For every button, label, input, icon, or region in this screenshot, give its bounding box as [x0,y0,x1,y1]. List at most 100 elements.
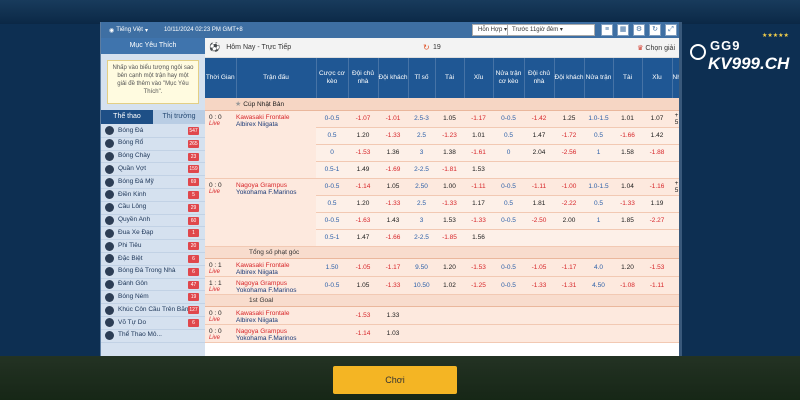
odds-cell[interactable]: 2.5-3 [408,110,435,128]
odds-cell[interactable]: -1.53 [642,258,672,277]
odds-cell[interactable]: -1.16 [642,178,672,196]
odds-cell[interactable]: 1.53 [435,212,464,230]
odds-cell[interactable]: -1.63 [348,212,378,230]
match-teams[interactable]: Kawasaki Frontale Albirex Niigata [236,110,316,179]
odds-cell[interactable]: 1.47 [524,127,554,145]
odds-cell[interactable]: 2.5 [408,195,435,213]
settings-icon[interactable]: ⚙ [633,24,645,36]
odds-cell[interactable]: 1.50 [316,258,348,277]
odds-cell[interactable]: 1.33 [378,306,408,325]
odds-cell[interactable]: 0 [493,144,524,162]
odds-cell[interactable]: -1.01 [378,110,408,128]
odds-cell[interactable]: 1.20 [435,258,464,277]
odds-cell[interactable]: 0-0.5 [316,178,348,196]
odds-cell[interactable]: -1.33 [464,212,493,230]
odds-cell[interactable]: 1.19 [642,195,672,213]
odds-cell[interactable]: 1.58 [613,144,642,162]
odds-cell[interactable]: -1.53 [348,144,378,162]
odds-cell[interactable]: 10.50 [408,276,435,295]
tab-sports[interactable]: Thể thao [101,110,153,124]
sidebar-item-sport[interactable]: Bóng Chày 23 [101,151,205,164]
sidebar-item-sport[interactable]: Đánh Gôn 47 [101,279,205,292]
odds-cell[interactable]: 0 [316,144,348,162]
odds-cell[interactable]: -1.05 [348,258,378,277]
odds-cell[interactable]: 0.5 [316,127,348,145]
odds-cell[interactable]: -1.25 [464,276,493,295]
odds-cell[interactable]: 4.50 [584,276,613,295]
odds-cell[interactable]: 0-0.5 [493,212,524,230]
odds-cell[interactable]: -1.14 [348,178,378,196]
odds-cell[interactable]: -1.53 [348,306,378,325]
live-refresh-icon[interactable]: ↻ [423,43,430,52]
odds-cell[interactable]: 2-2.5 [408,229,435,247]
odds-cell[interactable]: -1.66 [613,127,642,145]
odds-cell[interactable]: 0-0.5 [316,110,348,128]
odds-cell[interactable]: -1.72 [554,127,584,145]
odds-cell[interactable]: 1.38 [435,144,464,162]
odds-cell[interactable]: 1.56 [464,229,493,247]
odds-cell[interactable]: 0.5 [493,127,524,145]
odds-cell[interactable]: -1.05 [524,258,554,277]
odds-cell[interactable]: 2.04 [524,144,554,162]
odds-cell[interactable]: -1.33 [378,195,408,213]
odds-cell[interactable]: -1.23 [435,127,464,145]
odds-cell[interactable]: 1.00 [435,178,464,196]
sidebar-item-sport[interactable]: Bóng Đá Mỹ 69 [101,176,205,189]
sidebar-item-sport[interactable]: Khúc Côn Cầu Trên Băng 127 [101,304,205,317]
odds-cell[interactable]: 0-0.5 [316,276,348,295]
odds-cell[interactable]: -1.11 [524,178,554,196]
sidebar-item-sport[interactable]: Bóng Đá 547 [101,125,205,138]
sidebar-item-sport[interactable]: Thể Thao Mô... [101,330,205,343]
odds-cell[interactable]: 1.0-1.5 [584,110,613,128]
odds-cell[interactable]: 1.05 [348,276,378,295]
odds-cell[interactable]: -1.31 [554,276,584,295]
odds-cell[interactable]: -1.88 [642,144,672,162]
odds-cell[interactable]: -1.66 [378,229,408,247]
refresh-icon[interactable]: ↻ [649,24,661,36]
odds-cell[interactable]: 1.05 [378,178,408,196]
star-icon[interactable]: ★ [235,101,241,108]
list-view-icon[interactable]: ≡ [601,24,613,36]
sidebar-item-sport[interactable]: Quần Vợt 159 [101,163,205,177]
odds-cell[interactable]: 1.85 [613,212,642,230]
odds-cell[interactable]: 3 [408,144,435,162]
match-teams[interactable]: Kawasaki Frontale Albirex Niigata [236,306,316,325]
odds-cell[interactable]: 3 [408,212,435,230]
odds-cell[interactable]: -1.33 [613,195,642,213]
odds-cell[interactable]: 2.50 [408,178,435,196]
odds-cell[interactable]: -1.69 [378,161,408,179]
odds-cell[interactable]: 1.05 [435,110,464,128]
odds-cell[interactable]: -1.14 [348,324,378,343]
odds-cell[interactable]: -2.27 [642,212,672,230]
odds-cell[interactable]: -2.50 [524,212,554,230]
odds-cell[interactable]: 1.01 [613,110,642,128]
odds-cell[interactable]: -2.22 [554,195,584,213]
odds-cell[interactable]: 0-0.5 [316,212,348,230]
odds-cell[interactable]: 1.17 [464,195,493,213]
odds-cell[interactable]: -1.85 [435,229,464,247]
odds-cell[interactable]: 1.01 [464,127,493,145]
grid-view-icon[interactable]: ▦ [617,24,629,36]
time-filter-select[interactable]: Trước 11giờ đêm ▾ [507,24,595,36]
odds-cell[interactable]: 1.42 [642,127,672,145]
odds-cell[interactable]: -1.53 [464,258,493,277]
odds-cell[interactable]: 0-0.5 [493,276,524,295]
odds-cell[interactable]: -1.07 [348,110,378,128]
sidebar-item-sport[interactable]: Võ Tự Do 6 [101,317,205,330]
odds-cell[interactable]: 1.07 [642,110,672,128]
odds-cell[interactable]: 1.43 [378,212,408,230]
odds-cell[interactable]: 1.0-1.5 [584,178,613,196]
odds-cell[interactable]: 0-0.5 [493,178,524,196]
odds-cell[interactable]: -1.33 [435,195,464,213]
sidebar-item-sport[interactable]: Quyền Anh 60 [101,215,205,228]
tab-markets[interactable]: Thị trường [153,110,205,124]
play-button[interactable]: Chơi [333,366,457,394]
odds-cell[interactable]: -1.33 [524,276,554,295]
odds-cell[interactable]: 0.5 [584,127,613,145]
odds-cell[interactable]: 1.49 [348,161,378,179]
odds-cell[interactable]: -1.17 [554,258,584,277]
pick-league-button[interactable]: ♛ Chọn giải [637,44,675,52]
odds-cell[interactable]: -1.17 [378,258,408,277]
sidebar-item-sport[interactable]: Bóng Rổ 265 [101,138,205,151]
odds-cell[interactable]: 1.81 [524,195,554,213]
